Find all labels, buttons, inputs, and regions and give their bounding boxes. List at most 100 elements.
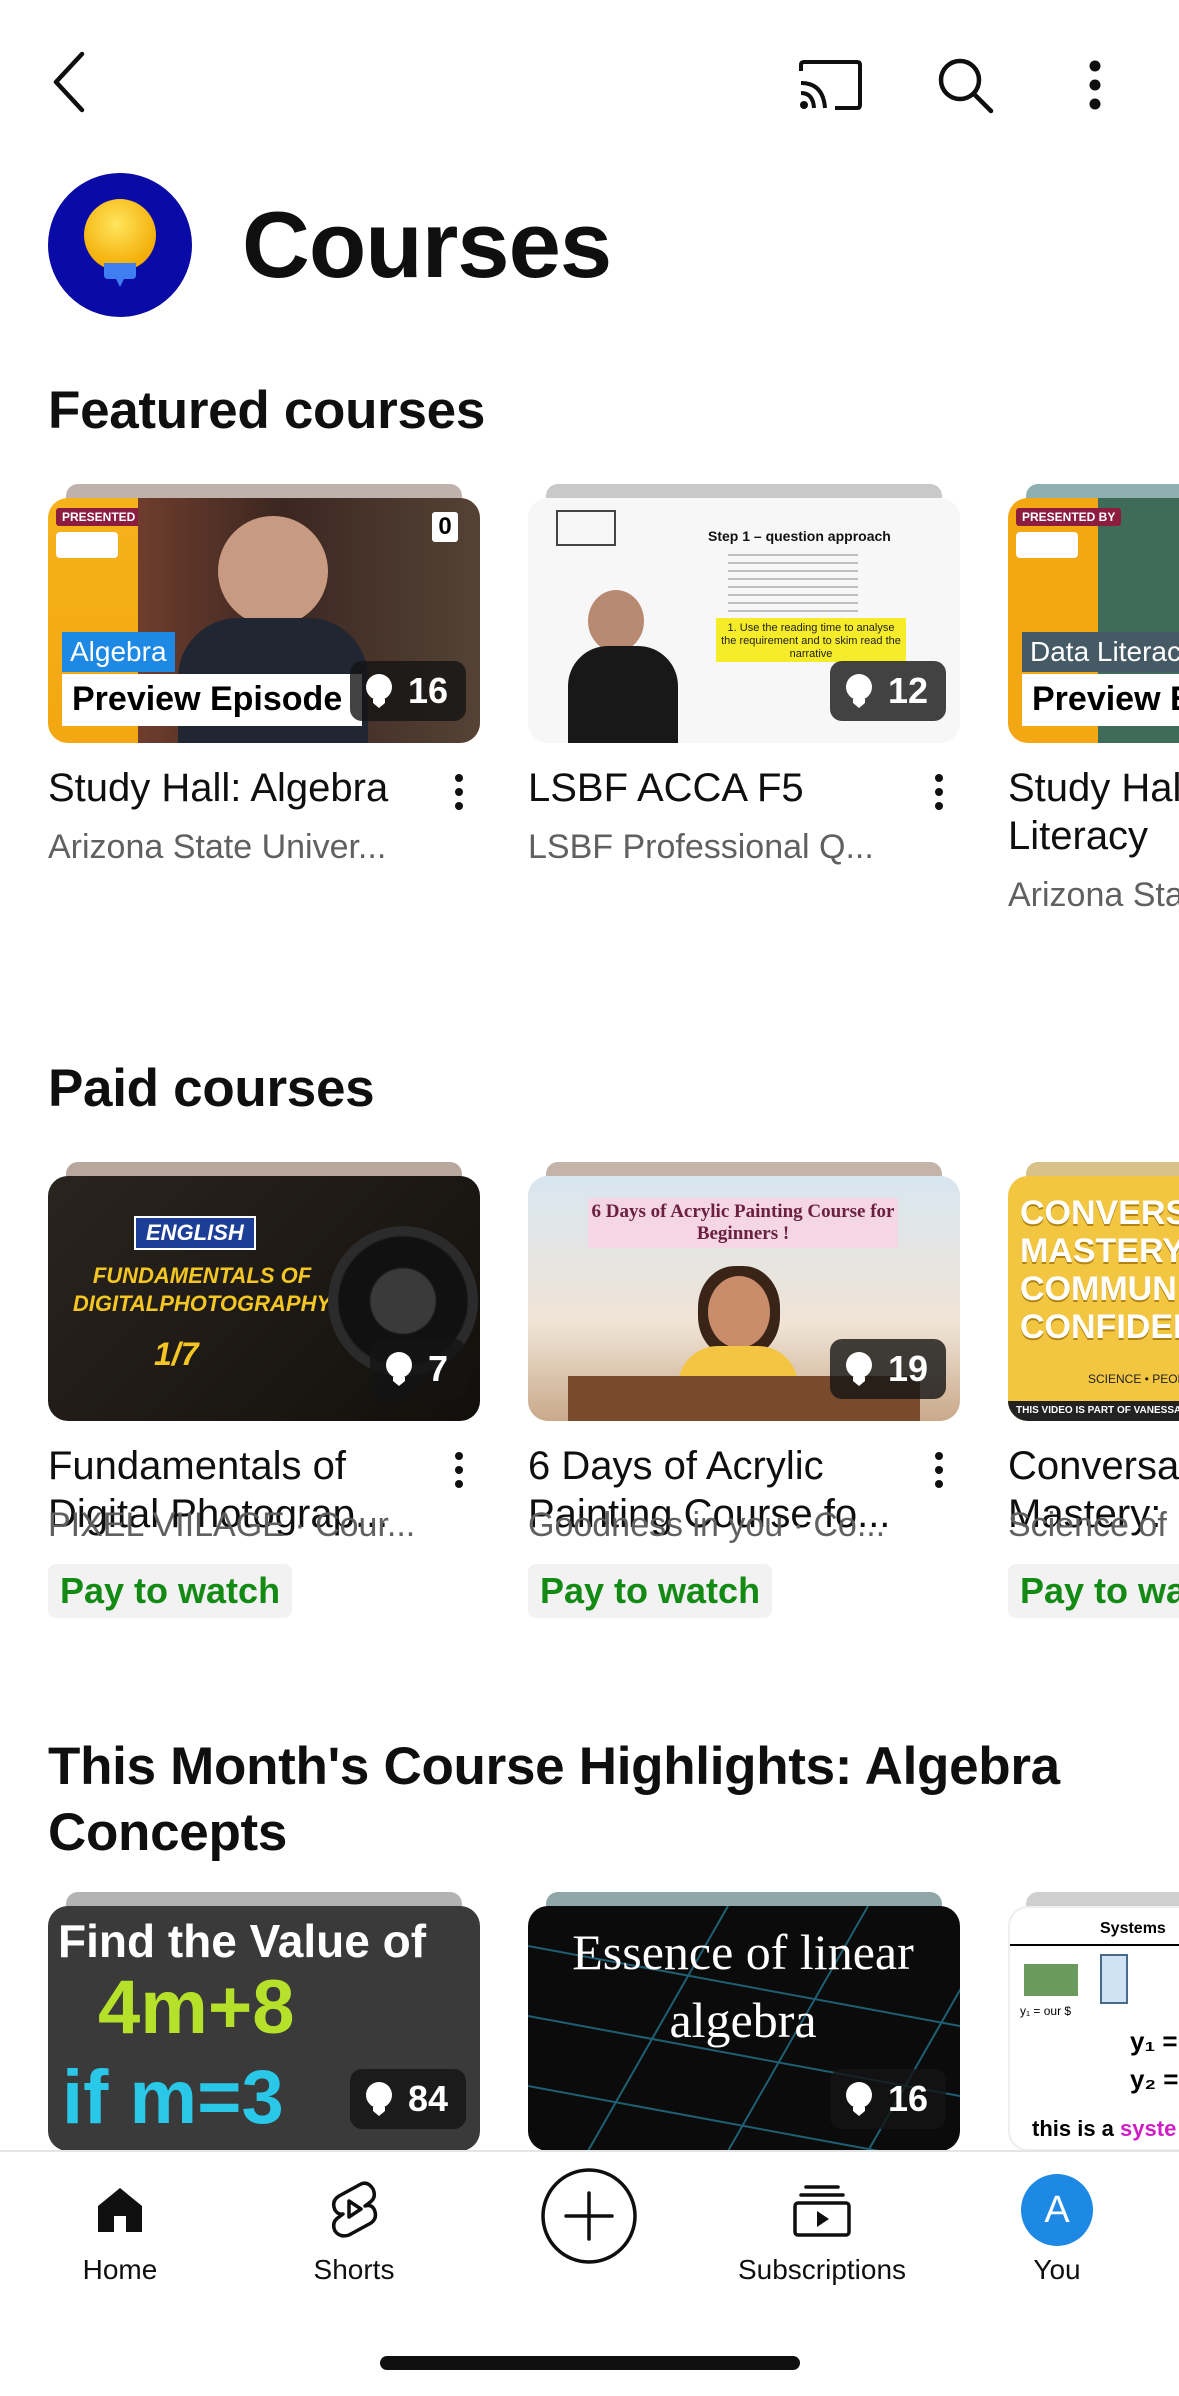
lightbulb-icon	[845, 2082, 872, 2116]
course-thumbnail[interactable]: Find the Value of 4m+8 if m=3 84	[48, 1906, 480, 2150]
thumb-presented-label: PRESENTED BY	[1016, 508, 1122, 526]
thumb-text: Essence of linear algebra	[572, 1924, 914, 2048]
featured-courses-heading: Featured courses	[48, 381, 486, 440]
more-vert-icon	[935, 774, 943, 810]
thumb-banner: Preview Episode	[62, 674, 362, 726]
video-count-value: 19	[887, 1348, 928, 1389]
lightbulb-icon	[84, 199, 156, 287]
video-count: 19	[829, 1339, 946, 1399]
course-thumbnail[interactable]: PRESENTED BY Data Literacy Preview Episo…	[1008, 498, 1179, 743]
asu-logo	[56, 532, 118, 558]
search-icon	[938, 58, 994, 114]
chevron-left-icon	[53, 51, 85, 113]
page-header: Courses	[48, 172, 612, 318]
video-count-value: 7	[427, 1348, 448, 1389]
paid-courses-row: ENGLISH FUNDAMENTALS OF DIGITALPHOTOGRAP…	[48, 1162, 1179, 1672]
thumb-line-1: Find the Value of	[58, 1915, 427, 1967]
course-thumbnail[interactable]: PRESENTED BY 0 Algebra Preview Episode 1…	[48, 498, 480, 743]
thumb-part: 1/7	[154, 1336, 199, 1372]
course-channel[interactable]: Science of People	[1008, 1504, 1179, 1546]
more-options-button[interactable]	[1060, 45, 1130, 125]
course-thumbnail[interactable]: ENGLISH FUNDAMENTALS OF DIGITALPHOTOGRAP…	[48, 1176, 480, 1421]
video-count-value: 12	[887, 670, 928, 711]
course-channel[interactable]: LSBF Professional Q...	[528, 826, 928, 868]
video-count-value: 16	[407, 670, 448, 711]
highlights-heading: This Month's Course Highlights: Algebra …	[48, 1737, 1060, 1862]
course-channel[interactable]: Arizona State Univer...	[1008, 874, 1179, 916]
course-channel[interactable]: Arizona State Univer...	[48, 826, 448, 868]
pay-to-watch-badge: Pay to watch	[1008, 1564, 1179, 1618]
paid-courses-heading: Paid courses	[48, 1059, 375, 1118]
featured-courses-row: PRESENTED BY 0 Algebra Preview Episode 1…	[48, 484, 1179, 944]
video-count-value: 84	[407, 2078, 448, 2119]
course-title[interactable]: Study Hall: Data Literacy	[1008, 764, 1179, 860]
nav-shorts[interactable]: Shorts	[254, 2174, 454, 2286]
search-button[interactable]	[925, 45, 1005, 125]
create-icon	[541, 2168, 637, 2264]
video-count: 16	[349, 661, 466, 721]
nav-shorts-label: Shorts	[313, 2254, 395, 2285]
nav-home[interactable]: Home	[20, 2174, 220, 2286]
video-count: 84	[349, 2069, 466, 2129]
video-count: 16	[829, 2069, 946, 2129]
carton-image	[1100, 1954, 1128, 2004]
course-channel[interactable]: Goodness in you · Co...	[528, 1504, 928, 1546]
course-title[interactable]: Study Hall: Algebra	[48, 764, 428, 812]
card-more-button[interactable]	[444, 1448, 474, 1492]
thumb-tag: Data Literacy	[1022, 632, 1179, 672]
video-count: 12	[829, 661, 946, 721]
nav-you[interactable]: A You	[957, 2174, 1157, 2286]
nav-create[interactable]	[489, 2166, 689, 2266]
thumb-heading: Systems	[1100, 1920, 1166, 1937]
course-thumbnail[interactable]: Systems y₁ = our $ y₁ = y₂ = this is a s…	[1008, 1906, 1179, 2150]
money-image	[1024, 1964, 1078, 1996]
home-icon	[98, 2188, 142, 2232]
video-count: 7	[369, 1339, 466, 1399]
thumb-eq-1: y₁ =	[1130, 2026, 1178, 2056]
course-thumbnail[interactable]: CONVERSATION MASTERY: COMMUNICATE WITH C…	[1008, 1176, 1179, 1421]
thumb-badge: 0	[432, 512, 458, 542]
presenter-head	[218, 516, 328, 626]
card-more-button[interactable]	[924, 1448, 954, 1492]
lightbulb-icon	[385, 1352, 412, 1386]
course-thumbnail[interactable]: Step 1 – question approach 1. Use the re…	[528, 498, 960, 743]
avatar-letter: A	[1044, 2188, 1070, 2231]
course-thumbnail[interactable]: 6 Days of Acrylic Painting Course for Be…	[528, 1176, 960, 1421]
course-thumbnail[interactable]: Essence of linear algebra 16	[528, 1906, 960, 2150]
subscriptions-icon	[793, 2185, 851, 2237]
thumb-text: CONVERSATION MASTERY: COMMUNICATE WITH C…	[1020, 1194, 1179, 1346]
presenter-body	[568, 646, 678, 743]
thumb-tag: Algebra	[62, 632, 175, 672]
thumb-banner: Preview Episode	[1022, 674, 1179, 726]
course-title[interactable]: LSBF ACCA F5	[528, 764, 908, 812]
thumb-eq-2: y₂ =	[1130, 2064, 1179, 2094]
avatar: A	[1021, 2174, 1093, 2246]
thumb-line-3: if m=3	[62, 2055, 284, 2140]
thumb-text-lines	[728, 554, 858, 614]
nav-home-label: Home	[82, 2254, 158, 2285]
card-more-button[interactable]	[444, 770, 474, 814]
nav-subscriptions[interactable]: Subscriptions	[722, 2174, 922, 2286]
course-channel[interactable]: PIXEL VIILAGE · Cour...	[48, 1504, 448, 1546]
lightbulb-icon	[365, 674, 392, 708]
thumb-language: ENGLISH	[134, 1216, 256, 1250]
cast-button[interactable]	[790, 50, 870, 120]
thumb-rule	[1010, 1944, 1179, 1946]
asu-logo	[1016, 532, 1078, 558]
top-bar	[0, 0, 1179, 165]
thumb-heading: Step 1 – question approach	[708, 528, 891, 544]
courses-logo	[48, 173, 192, 317]
card-more-button[interactable]	[924, 770, 954, 814]
thumb-sub: SCIENCE • PEOPLE	[1088, 1372, 1179, 1386]
video-count-value: 16	[887, 2078, 928, 2119]
thumb-footer-text: this is a	[1032, 2116, 1114, 2141]
thumb-footer: this is a syste	[1032, 2116, 1176, 2142]
cast-icon	[799, 60, 862, 110]
lightbulb-icon	[845, 674, 872, 708]
lightbulb-icon	[845, 1352, 872, 1386]
thumb-caption: y₁ = our $	[1020, 2004, 1072, 2018]
thumb-text: FUNDAMENTALS OF DIGITALPHOTOGRAPHY	[72, 1263, 332, 1316]
lsbf-logo	[556, 510, 616, 546]
highlights-row: Find the Value of 4m+8 if m=3 84 Essence…	[48, 1892, 1179, 2150]
back-button[interactable]	[40, 40, 100, 124]
